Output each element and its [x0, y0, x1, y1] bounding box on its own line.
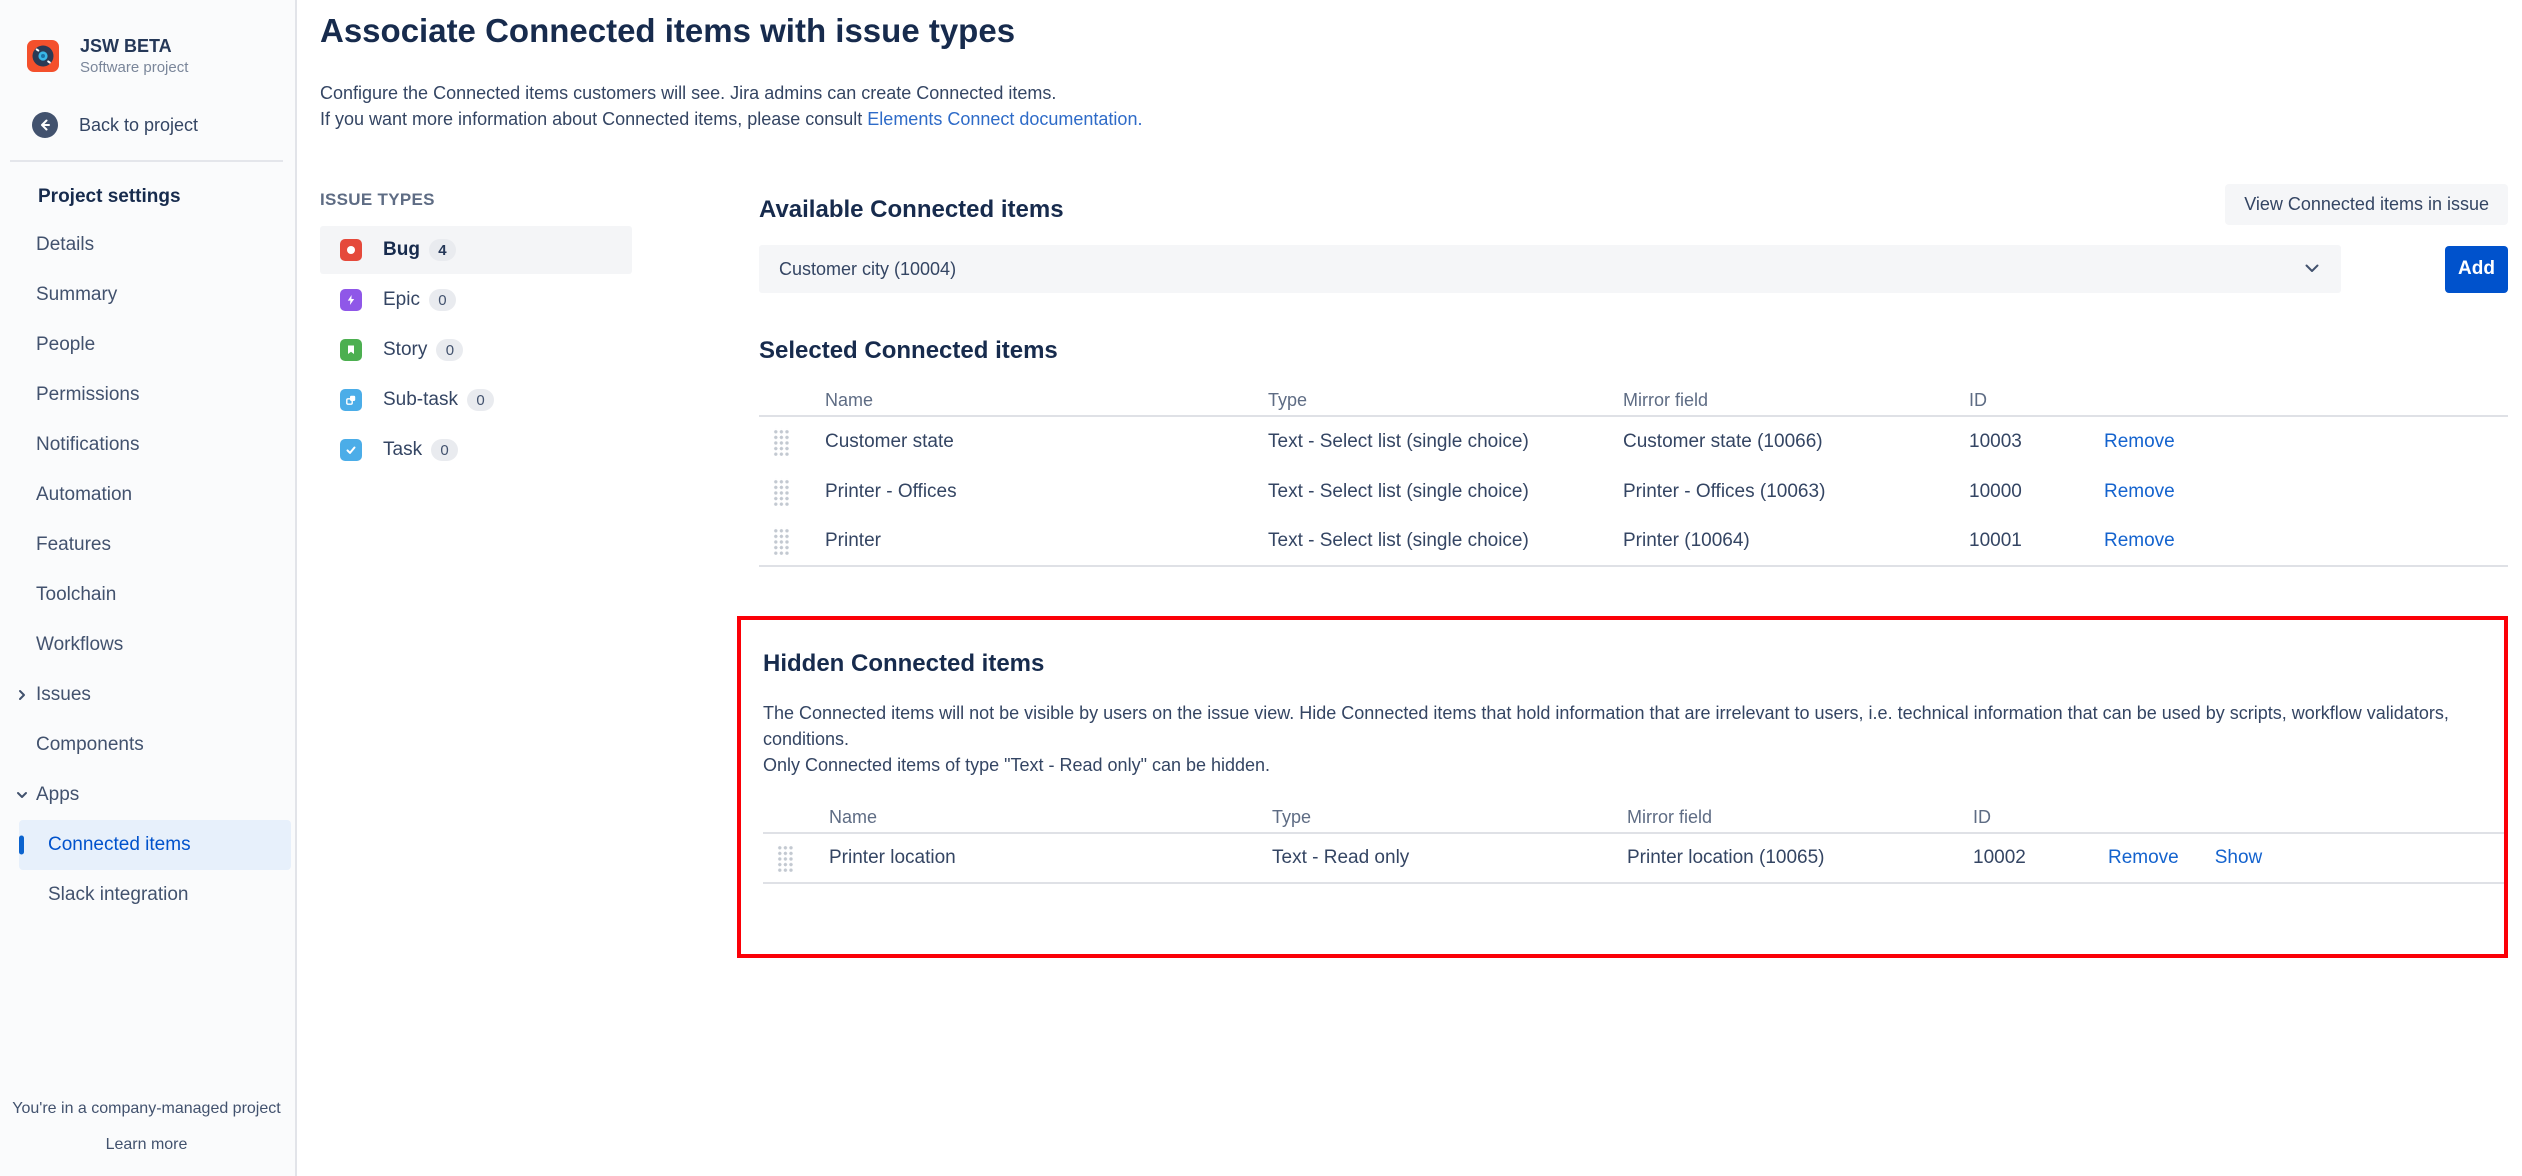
sidebar-item-toolchain[interactable]: Toolchain [0, 570, 295, 620]
remove-link[interactable]: Remove [2104, 431, 2175, 453]
table-row: Customer state Text - Select list (singl… [759, 417, 2508, 467]
page-description-line1: Configure the Connected items customers … [320, 80, 2508, 106]
col-type: Type [1268, 390, 1623, 411]
hidden-items-table: Name Type Mirror field ID Printer locati… [763, 802, 2504, 884]
issue-type-task[interactable]: Task 0 [320, 426, 632, 474]
view-connected-items-button[interactable]: View Connected items in issue [2225, 184, 2508, 225]
arrow-left-icon [32, 112, 58, 138]
learn-more-link[interactable]: Learn more [0, 1136, 293, 1154]
table-row: Printer - Offices Text - Select list (si… [759, 467, 2508, 517]
col-id: ID [1973, 807, 2108, 828]
sidebar-item-issues[interactable]: Issues [0, 670, 295, 720]
hidden-items-annotation-box: Hidden Connected items The Connected ite… [737, 616, 2508, 958]
col-mirror: Mirror field [1627, 807, 1973, 828]
table-header-row: Name Type Mirror field ID [759, 385, 2508, 417]
project-header: JSW BETA Software project [27, 36, 188, 76]
remove-link[interactable]: Remove [2108, 847, 2179, 869]
connected-items-panel: Available Connected items View Connected… [759, 184, 2508, 958]
hidden-items-description: The Connected items will not be visible … [763, 700, 2504, 778]
sidebar: JSW BETA Software project Back to projec… [0, 0, 297, 1176]
elements-connect-doc-link[interactable]: Elements Connect documentation. [867, 109, 1142, 129]
sidebar-item-people[interactable]: People [0, 320, 295, 370]
project-name-block: JSW BETA Software project [80, 36, 188, 76]
hidden-items-heading: Hidden Connected items [763, 650, 2504, 678]
selected-option: Customer city (10004) [779, 259, 956, 280]
count-badge: 4 [429, 239, 456, 261]
project-type: Software project [80, 59, 188, 76]
table-header-row: Name Type Mirror field ID [763, 802, 2504, 834]
drag-handle-icon[interactable] [773, 428, 790, 456]
subtask-icon [340, 389, 362, 411]
story-icon [340, 339, 362, 361]
sidebar-item-details[interactable]: Details [0, 220, 295, 270]
count-badge: 0 [467, 389, 494, 411]
epic-icon [340, 289, 362, 311]
page-description: Configure the Connected items customers … [320, 80, 2508, 132]
col-mirror: Mirror field [1623, 390, 1969, 411]
issue-type-story[interactable]: Story 0 [320, 326, 632, 374]
selected-items-table: Name Type Mirror field ID Customer state… [759, 385, 2508, 567]
show-link[interactable]: Show [2215, 847, 2263, 869]
chevron-down-icon [2305, 260, 2319, 278]
available-items-heading: Available Connected items [759, 196, 1064, 224]
issue-types-panel: ISSUE TYPES Bug 4 Epic 0 [320, 184, 759, 476]
table-row: Printer location Text - Read only Printe… [763, 834, 2504, 884]
sidebar-item-components[interactable]: Components [0, 720, 295, 770]
col-name: Name [829, 807, 1272, 828]
col-id: ID [1969, 390, 2104, 411]
project-name: JSW BETA [80, 36, 188, 56]
sidebar-divider [10, 160, 283, 162]
sidebar-item-automation[interactable]: Automation [0, 470, 295, 520]
drag-handle-icon[interactable] [773, 478, 790, 506]
bug-icon [340, 239, 362, 261]
sidebar-nav: Details Summary People Permissions Notif… [0, 220, 295, 920]
drag-handle-icon[interactable] [777, 844, 794, 872]
col-name: Name [825, 390, 1268, 411]
count-badge: 0 [436, 339, 463, 361]
app-window: JSW BETA Software project Back to projec… [0, 0, 2522, 1176]
issue-type-epic[interactable]: Epic 0 [320, 276, 632, 324]
sidebar-item-features[interactable]: Features [0, 520, 295, 570]
chevron-right-icon [16, 689, 28, 701]
count-badge: 0 [431, 439, 458, 461]
project-avatar [27, 40, 59, 72]
table-row: Printer Text - Select list (single choic… [759, 517, 2508, 567]
back-to-project[interactable]: Back to project [32, 112, 198, 138]
add-button[interactable]: Add [2445, 246, 2508, 293]
task-icon [340, 439, 362, 461]
vinyl-record-icon [27, 40, 59, 72]
page-description-line2: If you want more information about Conne… [320, 106, 2508, 132]
managed-project-note: You're in a company-managed project [0, 1100, 293, 1118]
project-settings-header: Project settings [38, 186, 181, 208]
sidebar-item-connected-items[interactable]: Connected items [19, 820, 291, 870]
back-to-project-label: Back to project [79, 115, 198, 136]
issue-type-subtask[interactable]: Sub-task 0 [320, 376, 632, 424]
sidebar-item-summary[interactable]: Summary [0, 270, 295, 320]
sidebar-item-workflows[interactable]: Workflows [0, 620, 295, 670]
sidebar-item-slack-integration[interactable]: Slack integration [0, 870, 295, 920]
chevron-down-icon [16, 789, 28, 801]
remove-link[interactable]: Remove [2104, 530, 2175, 552]
main-content: Associate Connected items with issue typ… [298, 0, 2522, 1176]
sidebar-item-apps[interactable]: Apps [0, 770, 295, 820]
selected-items-heading: Selected Connected items [759, 337, 2508, 365]
issue-type-bug[interactable]: Bug 4 [320, 226, 632, 274]
sidebar-item-notifications[interactable]: Notifications [0, 420, 295, 470]
sidebar-item-permissions[interactable]: Permissions [0, 370, 295, 420]
drag-handle-icon[interactable] [773, 527, 790, 555]
issue-types-list: Bug 4 Epic 0 Story [320, 226, 759, 474]
page-title: Associate Connected items with issue typ… [320, 12, 2508, 50]
issue-types-header: ISSUE TYPES [320, 190, 759, 210]
available-items-select[interactable]: Customer city (10004) [759, 245, 2341, 293]
remove-link[interactable]: Remove [2104, 481, 2175, 503]
sidebar-footer: You're in a company-managed project Lear… [0, 1100, 293, 1154]
col-type: Type [1272, 807, 1627, 828]
count-badge: 0 [429, 289, 456, 311]
